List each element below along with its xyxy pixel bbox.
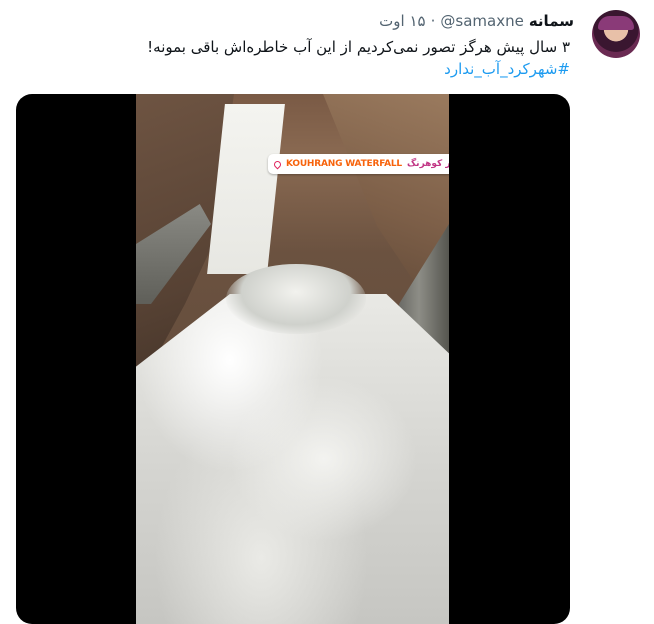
hashtag-link[interactable]: #شهرکرد_آب_ندارد: [50, 58, 570, 80]
video-frame: KOUHRANG WATERFALL آبشار کوهرنگ: [136, 94, 449, 624]
waterfall-splash: [226, 264, 366, 334]
avatar-scarf: [598, 16, 634, 30]
tweet-body: ۳ سال پیش هرگز تصور نمی‌کردیم از این آب …: [147, 38, 570, 56]
tweet-text: ۳ سال پیش هرگز تصور نمی‌کردیم از این آب …: [50, 36, 570, 80]
sticker-persian: آبشار کوهرنگ: [406, 159, 449, 169]
author-name[interactable]: سمانه: [529, 12, 574, 30]
whitewater-channel: [136, 294, 449, 624]
avatar[interactable]: [592, 10, 640, 58]
header-separator: ·: [430, 12, 436, 30]
location-pin-icon: [272, 159, 283, 169]
tweet[interactable]: سمانه @samaxne · ۱۵ اوت ۳ سال پیش هرگز ت…: [0, 0, 654, 624]
author-handle[interactable]: @samaxne: [440, 12, 523, 30]
tweet-header: سمانه @samaxne · ۱۵ اوت: [379, 10, 574, 32]
location-sticker: KOUHRANG WATERFALL آبشار کوهرنگ: [268, 154, 449, 174]
sticker-english: KOUHRANG WATERFALL: [286, 159, 402, 169]
tweet-date[interactable]: ۱۵ اوت: [379, 12, 425, 30]
tweet-media-video[interactable]: KOUHRANG WATERFALL آبشار کوهرنگ: [16, 94, 570, 624]
